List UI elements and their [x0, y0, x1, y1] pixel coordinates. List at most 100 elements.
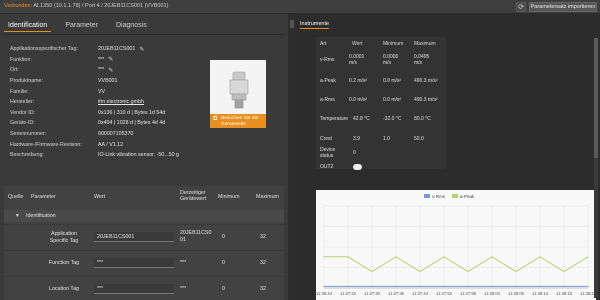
col-minimum: Minimum	[383, 41, 404, 47]
x-tick-label: 11:38:14	[532, 291, 549, 296]
property-value: AA / V1.12	[98, 141, 124, 148]
edit-icon[interactable]: ✎	[108, 67, 113, 74]
connected-label: Verbunden:	[4, 3, 33, 9]
instrument-value: 0.2 m/s²	[349, 78, 368, 84]
current-value: ***	[180, 260, 187, 266]
min-value: 0	[222, 286, 225, 292]
data-point	[443, 285, 445, 287]
refresh-button[interactable]: ⟳	[516, 2, 526, 12]
refresh-icon: ⟳	[518, 4, 524, 11]
vertical-scrollbar[interactable]	[594, 38, 598, 298]
collapse-handle-icon[interactable]	[290, 20, 294, 28]
instrument-min: 0.0 m/s²	[383, 97, 402, 103]
manufacturer-link[interactable]: ifm electronic gmbh	[98, 99, 144, 105]
instrument-row: a-Peak 0.2 m/s² 0.0 m/s² 490.3 m/s²	[316, 74, 446, 92]
current-value: ***	[180, 286, 187, 292]
device-page-label: Besuchen Sie die Geräteseite	[221, 116, 259, 127]
property-key: Vendor ID:	[10, 109, 36, 116]
legend-label: v-Rms	[432, 194, 446, 199]
data-point	[443, 256, 445, 258]
instrument-name: Crest	[320, 136, 332, 142]
instrument-row: a-Rms 0.0 m/s² 0.0 m/s² 490.3 m/s²	[316, 93, 446, 111]
current-value-line: 01	[180, 236, 186, 243]
instrument-min-unit: m/s	[383, 60, 392, 66]
scrollbar-thumb[interactable]	[594, 38, 598, 158]
property-value: 000007105370	[98, 131, 134, 138]
col-current-b: Gerätewert	[180, 196, 207, 202]
edit-icon[interactable]: ✎	[139, 46, 144, 53]
param-name-line: Specific Tag	[49, 237, 79, 244]
instrument-value: 0	[353, 150, 356, 156]
property-key: Hardware-/Firmware-Revision:	[10, 141, 82, 148]
data-point	[419, 285, 421, 287]
data-point	[515, 271, 517, 273]
tab-diagnosis[interactable]: Diagnosis	[112, 20, 151, 32]
data-point	[323, 285, 325, 287]
property-key: Seriennummer:	[10, 131, 47, 138]
tab-divider	[4, 34, 284, 35]
panel-divider[interactable]	[288, 14, 296, 300]
property-row: Beschreibung: IO-Link vibration sensor, -…	[10, 150, 200, 161]
top-bar: Verbunden: AL1350 (10.1.1.78) / Port 4 /…	[0, 0, 600, 14]
param-value-input[interactable]: ***	[94, 284, 174, 294]
instrument-value-unit: m/s	[349, 60, 358, 66]
col-source: Quelle	[8, 194, 24, 200]
x-tick-label: 11:38:18	[556, 291, 573, 296]
col-value: Wert	[94, 194, 106, 200]
x-tick-label: 11:37:44	[412, 291, 429, 296]
property-row: Ort: *** ✎	[10, 65, 200, 76]
data-point	[419, 271, 421, 273]
instrument-value: 0.0 m/s²	[349, 97, 368, 103]
data-point	[539, 285, 541, 287]
tab-instruments[interactable]: Instrumente	[300, 21, 330, 29]
property-row: Hardware-/Firmware-Revision: AA / V1.12	[10, 139, 200, 150]
param-value-input[interactable]: ***	[94, 258, 174, 268]
connection-info: AL1350 (10.1.1.78) / Port 4 / 20JEB11CS0…	[33, 3, 169, 9]
max-value: 32	[260, 234, 266, 240]
col-wert: Wert	[352, 41, 363, 47]
data-point	[587, 285, 589, 287]
identification-properties: Applikationsspezifischer Tag: 20JEB11CS00…	[10, 44, 200, 161]
current-value: 20JEB11CS0 01	[180, 230, 211, 243]
data-point	[587, 256, 589, 258]
param-name: Location Tag	[49, 286, 79, 292]
property-value: ***	[98, 67, 105, 74]
legend-swatch	[452, 194, 458, 198]
instrument-min: -32.0 °C	[383, 116, 402, 122]
x-tick-label: 11:37:36	[388, 291, 405, 296]
max-value: 32	[260, 260, 266, 266]
parameter-table: Quelle Parameter Wert Derzeitiger Gerätew…	[4, 186, 284, 300]
instrument-max: 80.0 °C	[414, 116, 431, 122]
property-row: Applikationsspezifischer Tag: 20JEB11CS00…	[10, 44, 200, 55]
out2-toggle[interactable]	[353, 164, 362, 170]
instrument-min: 0.0 m/s²	[383, 78, 402, 84]
property-value: 0x136 | 310 d | Bytes 1d 54d	[98, 109, 166, 116]
property-key: Hersteller:	[10, 99, 35, 106]
chart-svg: 11:36:44 11:37:22 11:37:30 11:37:36 11:37:44…	[316, 194, 596, 296]
x-tick-label: 11:37:58	[460, 291, 477, 296]
param-name: Application Specific Tag	[44, 231, 84, 244]
group-label: Identification	[26, 213, 56, 219]
property-key: Funktion:	[10, 56, 32, 63]
trend-chart: 11:36:44 11:37:22 11:37:30 11:37:36 11:37:44…	[316, 190, 596, 300]
import-parameter-set-button[interactable]: Parametersatz importieren	[529, 2, 597, 12]
col-current: Derzeitiger Gerätewert	[180, 190, 206, 202]
property-key: Beschreibung:	[10, 152, 44, 159]
data-point	[371, 285, 373, 287]
edit-icon[interactable]: ✎	[108, 56, 113, 63]
tab-identification[interactable]: Identification	[4, 20, 52, 32]
tab-parameter[interactable]: Parameter	[61, 20, 102, 32]
property-row: Hersteller: ifm electronic gmbh	[10, 97, 200, 108]
instrument-min: 1.0	[383, 136, 390, 142]
product-image-card[interactable]: ⧉ Besuchen Sie die Geräteseite	[210, 60, 266, 128]
device-tabs: Identification Parameter Diagnosis	[4, 20, 151, 32]
min-value: 0	[222, 260, 225, 266]
device-page-button[interactable]: ⧉ Besuchen Sie die Geräteseite	[210, 114, 266, 128]
x-tick-label: 11:37:52	[436, 291, 453, 296]
instrument-row: OUT2	[316, 163, 446, 171]
param-value-input[interactable]: 20JEB11CS001	[94, 232, 174, 242]
instrument-value: 42.8 °C	[353, 116, 370, 122]
group-identification[interactable]: ▾ Identification	[4, 210, 284, 222]
x-tick-label: 11:37:30	[364, 291, 381, 296]
property-row: Familie: VV	[10, 86, 200, 97]
